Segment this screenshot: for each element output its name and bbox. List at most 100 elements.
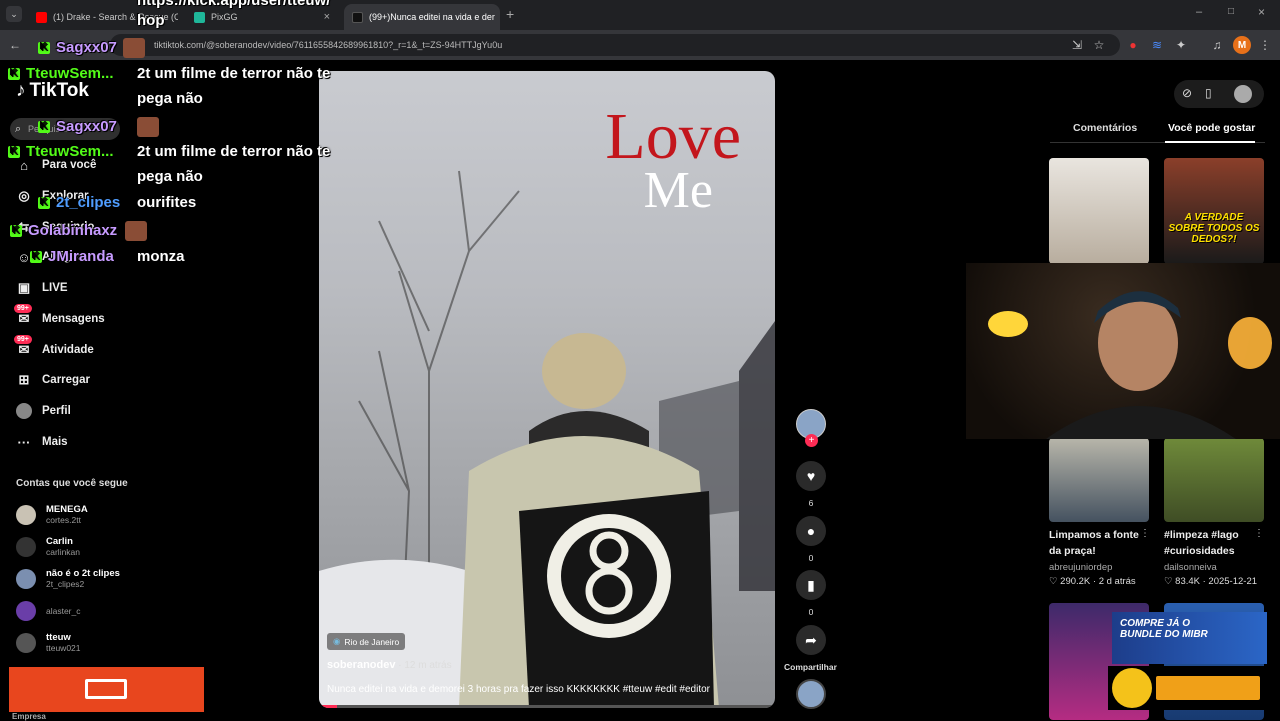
share-button[interactable]: ➦ bbox=[796, 625, 826, 655]
browser-menu-icon[interactable]: ⋮ bbox=[1256, 36, 1274, 54]
tiktok-note-icon: ♪ bbox=[16, 80, 26, 101]
chat-message: K TteuwSem... bbox=[8, 143, 114, 160]
following-account[interactable]: MENEGA cortes.2tt bbox=[16, 504, 88, 525]
extension-audio-icon[interactable]: ≋ bbox=[1148, 36, 1166, 54]
live-icon: ▣ bbox=[17, 280, 31, 295]
logo-text: TikTok bbox=[29, 80, 89, 101]
activity-icon: ✉ 99+ bbox=[14, 335, 32, 358]
video-author[interactable]: dailsonneiva bbox=[1164, 562, 1217, 573]
watch-icon[interactable]: ⊘ bbox=[1182, 86, 1192, 100]
thumb-caption: A VERDADE SOBRE TODOS OS DEDOS?! bbox=[1168, 212, 1260, 245]
nav-mensagens[interactable]: ✉ 99+ Mensagens bbox=[14, 304, 105, 327]
tab-active-indicator bbox=[1165, 141, 1255, 143]
following-account[interactable]: tteuw tteuw021 bbox=[16, 632, 81, 653]
nav-atividade[interactable]: ✉ 99+ Atividade bbox=[14, 335, 94, 358]
sponsor-text: COMPRE JÁ O BUNDLE DO MIBR bbox=[1120, 618, 1208, 640]
location-pin-icon: ◉ bbox=[333, 636, 341, 646]
save-button[interactable]: ▮ bbox=[796, 570, 826, 600]
share-label: Compartilhar bbox=[784, 662, 837, 672]
close-tab-icon[interactable]: × bbox=[324, 11, 330, 23]
install-app-icon[interactable]: ⇲ bbox=[1068, 36, 1086, 54]
tab-title: PixGG bbox=[211, 12, 238, 22]
profile-avatar[interactable]: M bbox=[1233, 36, 1251, 54]
chat-username: 2t_clipes bbox=[56, 194, 121, 211]
emote-icon bbox=[136, 117, 159, 137]
following-account[interactable]: não é o 2t clipes 2t_clipes2 bbox=[16, 568, 120, 589]
tab-comentarios[interactable]: Comentários bbox=[1073, 122, 1137, 134]
nav-mais[interactable]: ··· Mais bbox=[16, 434, 68, 450]
location-tag[interactable]: ◉ Rio de Janeiro bbox=[327, 633, 406, 650]
more-options-icon[interactable]: ⋮ bbox=[1254, 528, 1264, 539]
messages-icon: ✉ 99+ bbox=[14, 304, 32, 327]
following-account[interactable]: alaster_c bbox=[16, 601, 81, 621]
chat-username: JMiranda bbox=[48, 248, 114, 265]
save-count: 0 bbox=[808, 607, 814, 617]
media-icon[interactable]: ♫ bbox=[1208, 36, 1226, 54]
nav-label: Carregar bbox=[42, 374, 90, 386]
chat-message: K JMiranda bbox=[30, 248, 114, 265]
address-bar[interactable]: tiktiktok.com/@soberanodev/video/7611655… bbox=[110, 34, 1120, 56]
video-author[interactable]: soberanodev · 12 m atrás bbox=[327, 659, 452, 671]
chat-username: TteuwSem... bbox=[26, 143, 114, 160]
chat-message: K Sagxx07 bbox=[38, 117, 159, 137]
comment-icon: ● bbox=[806, 523, 816, 539]
account-name: tteuw bbox=[46, 632, 71, 643]
account-handle: cortes.2tt bbox=[46, 515, 81, 525]
more-icon: ··· bbox=[17, 434, 31, 450]
comment-button[interactable]: ● bbox=[796, 516, 826, 546]
tab-tiktok[interactable]: (99+)Nunca editei na vida e der × bbox=[344, 4, 500, 30]
kick-badge-icon: K bbox=[38, 121, 50, 133]
streamer-webcam bbox=[966, 263, 1280, 439]
maximize-icon[interactable]: □ bbox=[1228, 6, 1234, 17]
suggested-thumb[interactable] bbox=[1164, 438, 1264, 522]
follow-plus-icon[interactable]: + bbox=[805, 434, 818, 447]
nav-live[interactable]: ▣ LIVE bbox=[16, 280, 68, 296]
avatar bbox=[16, 568, 36, 589]
back-icon[interactable]: ← bbox=[6, 36, 24, 54]
chat-message: K Golabinhaxz bbox=[10, 221, 148, 241]
suggested-thumb[interactable] bbox=[1049, 158, 1149, 264]
minimize-icon[interactable]: – bbox=[1196, 6, 1202, 18]
video-stats: ♡ 83.4K · 2025-12-21 bbox=[1164, 576, 1258, 587]
account-name: MENEGA bbox=[46, 504, 88, 515]
banner-logo-icon bbox=[85, 679, 127, 699]
tiktok-icon bbox=[352, 11, 363, 23]
chat-text: pega não bbox=[137, 90, 203, 107]
chat-text: 2t um filme de terror não te bbox=[137, 143, 331, 160]
sound-disc[interactable] bbox=[796, 679, 826, 709]
suggested-thumb[interactable]: A VERDADE SOBRE TODOS OS DEDOS?! bbox=[1164, 158, 1264, 264]
progress-fill bbox=[319, 705, 338, 708]
tab-voce-pode-gostar[interactable]: Você pode gostar bbox=[1168, 122, 1255, 134]
more-options-icon[interactable]: ⋮ bbox=[1140, 528, 1150, 539]
heart-icon: ♥ bbox=[806, 468, 816, 484]
close-window-icon[interactable]: × bbox=[1258, 5, 1265, 19]
bookmark-star-icon[interactable]: ☆ bbox=[1090, 36, 1108, 54]
video-title[interactable]: #limpeza #lago #curiosidades bbox=[1164, 527, 1254, 559]
progress-bar[interactable] bbox=[319, 705, 775, 708]
new-tab-button[interactable]: + bbox=[506, 6, 514, 22]
location-label: Rio de Janeiro bbox=[344, 636, 400, 647]
avatar bbox=[16, 632, 36, 653]
kick-badge-icon: K bbox=[8, 68, 20, 81]
video-overlay-subtitle: Me bbox=[643, 162, 713, 219]
nav-label: Perfil bbox=[42, 405, 71, 417]
video-title[interactable]: Limpamos a fonte da praça! bbox=[1049, 527, 1144, 559]
nav-label: LIVE bbox=[42, 282, 68, 294]
following-account[interactable]: Carlin carlinkan bbox=[16, 536, 80, 557]
extensions-icon[interactable]: ✦ bbox=[1172, 36, 1190, 54]
user-avatar[interactable] bbox=[1234, 85, 1252, 103]
video-player[interactable]: Love Me ◉ Rio de Janeiro soberanodev · 12… bbox=[319, 71, 775, 708]
tab-title: (99+)Nunca editei na vida e der bbox=[369, 12, 495, 22]
nav-carregar[interactable]: ⊞ Carregar bbox=[16, 372, 90, 388]
video-author[interactable]: abreujuniordep bbox=[1049, 562, 1112, 573]
extension-red-icon[interactable]: ● bbox=[1124, 36, 1142, 54]
chat-username: Sagxx07 bbox=[56, 117, 117, 135]
tiktok-logo[interactable]: ♪ TikTok bbox=[16, 80, 89, 102]
nav-perfil[interactable]: Perfil bbox=[16, 403, 71, 419]
youtube-icon bbox=[36, 11, 47, 23]
nav-label: Mensagens bbox=[42, 313, 105, 325]
like-button[interactable]: ♥ bbox=[796, 461, 826, 491]
suggested-thumb[interactable] bbox=[1049, 438, 1149, 522]
phone-icon[interactable]: ▯ bbox=[1205, 86, 1212, 100]
tab-search-button[interactable]: ⌄ bbox=[6, 6, 22, 22]
